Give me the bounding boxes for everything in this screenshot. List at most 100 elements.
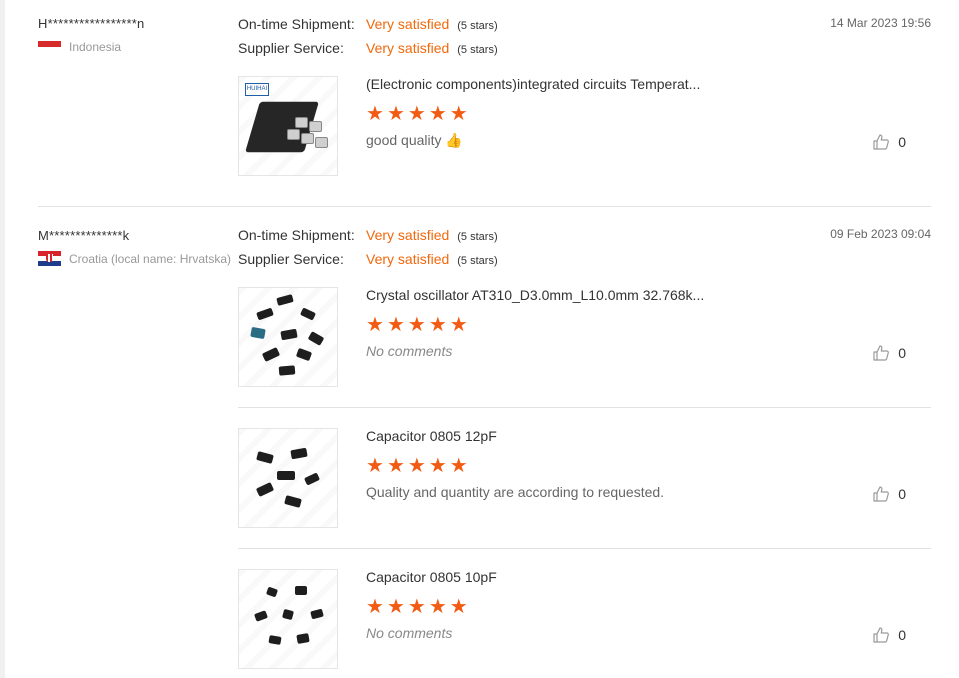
ic-chip-image xyxy=(245,101,319,153)
buyer-name: H*****************n xyxy=(38,16,145,31)
service-label: Supplier Service: xyxy=(238,251,344,267)
item-divider xyxy=(238,548,931,549)
product-thumbnail[interactable] xyxy=(238,287,338,387)
service-label: Supplier Service: xyxy=(238,40,344,56)
review-date: 09 Feb 2023 09:04 xyxy=(830,227,931,241)
review-item: Crystal oscillator AT310_D3.0mm_L10.0mm … xyxy=(238,287,931,387)
shipment-label: On-time Shipment: xyxy=(238,16,355,32)
star-icon: ★ xyxy=(449,314,468,336)
review-comment: No comments xyxy=(366,343,453,359)
star-icon: ★ xyxy=(407,455,426,477)
star-icon: ★ xyxy=(449,103,468,125)
country-name: Croatia (local name: Hrvatska) xyxy=(69,251,232,266)
like-button[interactable]: 0 xyxy=(872,485,906,503)
star-icon: ★ xyxy=(386,103,405,125)
chip-image xyxy=(277,471,295,480)
review-entry: M**************k Croatia (local name: Hr… xyxy=(38,207,931,678)
product-rating: ★ ★ ★ ★ ★ xyxy=(366,315,468,335)
star-icon: ★ xyxy=(386,314,405,336)
review-item: Capacitor 0805 10pF ★ ★ ★ ★ ★ No comments 0 xyxy=(238,569,931,669)
star-icon: ★ xyxy=(428,314,447,336)
like-count: 0 xyxy=(898,134,906,150)
shipment-stars: (5 stars) xyxy=(457,20,498,32)
star-icon: ★ xyxy=(386,596,405,618)
like-count: 0 xyxy=(898,627,906,643)
chip-image xyxy=(278,365,296,376)
star-icon: ★ xyxy=(449,455,468,477)
shipment-value: Very satisfied xyxy=(366,16,450,32)
chip-image xyxy=(280,328,298,341)
chip-image xyxy=(284,495,302,508)
review-entry: H*****************n Indonesia On-time Sh… xyxy=(38,0,931,206)
chip-pad xyxy=(315,137,328,148)
croatia-flag-icon xyxy=(38,251,61,266)
product-rating: ★ ★ ★ ★ ★ xyxy=(366,597,468,617)
thumbs-up-icon xyxy=(873,627,890,643)
review-comment: good quality 👍 xyxy=(366,132,463,148)
review-date: 14 Mar 2023 19:56 xyxy=(830,16,931,30)
chip-pad xyxy=(287,129,300,140)
buyer-name: M**************k xyxy=(38,228,130,243)
service-stars: (5 stars) xyxy=(457,44,498,56)
review-item: HUIHAI (Electronic components)integrated… xyxy=(238,76,931,176)
service-stars: (5 stars) xyxy=(457,255,498,267)
service-value: Very satisfied xyxy=(366,251,450,267)
product-rating: ★ ★ ★ ★ ★ xyxy=(366,104,468,124)
brand-logo: HUIHAI xyxy=(245,83,269,96)
buyer-country: Croatia (local name: Hrvatska) xyxy=(38,251,231,266)
star-icon: ★ xyxy=(407,596,426,618)
star-icon: ★ xyxy=(428,455,447,477)
shipment-rating: On-time Shipment: Very satisfied (5 stars) xyxy=(238,227,498,243)
shipment-value: Very satisfied xyxy=(366,227,450,243)
service-rating: Supplier Service: Very satisfied (5 stars) xyxy=(238,251,498,267)
chip-image xyxy=(290,447,308,460)
review-comment: Quality and quantity are according to re… xyxy=(366,484,665,500)
like-count: 0 xyxy=(898,345,906,361)
product-title[interactable]: Capacitor 0805 10pF xyxy=(366,569,497,585)
review-item: Capacitor 0805 12pF ★ ★ ★ ★ ★ Quality and qu… xyxy=(238,428,931,528)
product-thumbnail[interactable]: HUIHAI xyxy=(238,76,338,176)
thumbs-up-icon xyxy=(873,134,890,150)
chip-image xyxy=(268,635,282,645)
chip-image xyxy=(307,331,325,346)
chip-image xyxy=(276,294,294,306)
chip-image xyxy=(310,608,324,620)
thumbs-up-icon xyxy=(873,486,890,502)
star-icon: ★ xyxy=(366,455,384,477)
product-title[interactable]: (Electronic components)integrated circui… xyxy=(366,76,700,92)
star-icon: ★ xyxy=(386,455,405,477)
indonesia-flag-icon xyxy=(38,41,61,53)
chip-image xyxy=(295,347,313,362)
like-button[interactable]: 0 xyxy=(872,344,906,362)
star-icon: ★ xyxy=(428,103,447,125)
chip-image xyxy=(256,307,274,321)
chip-image xyxy=(265,586,279,598)
chip-image xyxy=(303,472,321,486)
chip-image xyxy=(256,451,274,464)
product-title[interactable]: Crystal oscillator AT310_D3.0mm_L10.0mm … xyxy=(366,287,704,303)
chip-image xyxy=(282,608,294,621)
star-icon: ★ xyxy=(366,314,384,336)
star-icon: ★ xyxy=(366,103,384,125)
product-title[interactable]: Capacitor 0805 12pF xyxy=(366,428,497,444)
thumbs-up-icon xyxy=(873,345,890,361)
star-icon: ★ xyxy=(449,596,468,618)
chip-image xyxy=(253,610,269,622)
like-button[interactable]: 0 xyxy=(872,626,906,644)
buyer-country: Indonesia xyxy=(38,40,121,54)
shipment-rating: On-time Shipment: Very satisfied (5 stars) xyxy=(238,16,498,32)
shipment-label: On-time Shipment: xyxy=(238,227,355,243)
left-border xyxy=(0,0,5,678)
chip-pad xyxy=(301,133,314,144)
star-icon: ★ xyxy=(428,596,447,618)
service-rating: Supplier Service: Very satisfied (5 stars) xyxy=(238,40,498,56)
like-count: 0 xyxy=(898,486,906,502)
item-divider xyxy=(238,407,931,408)
product-thumbnail[interactable] xyxy=(238,428,338,528)
country-name: Indonesia xyxy=(69,40,122,54)
product-rating: ★ ★ ★ ★ ★ xyxy=(366,456,468,476)
product-thumbnail[interactable] xyxy=(238,569,338,669)
like-button[interactable]: 0 xyxy=(872,133,906,151)
chip-image xyxy=(299,307,317,321)
star-icon: ★ xyxy=(407,103,426,125)
